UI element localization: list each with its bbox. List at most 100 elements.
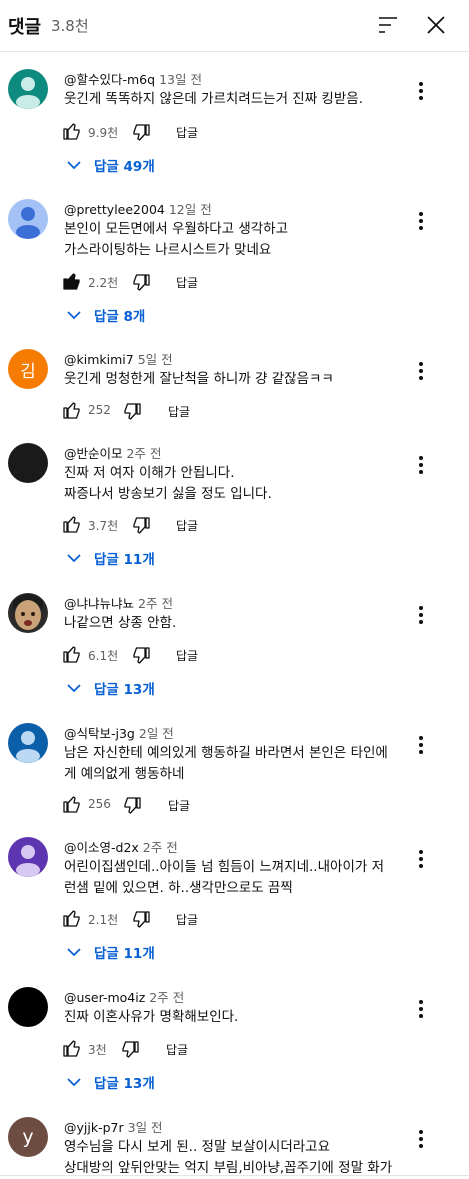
replies-label: 답글 11개 <box>94 552 155 568</box>
reply-button[interactable]: 답글 <box>168 797 190 814</box>
like-icon[interactable] <box>62 1038 82 1058</box>
avatar[interactable] <box>8 837 48 877</box>
dislike-icon[interactable] <box>131 273 151 293</box>
comment-time: 2일 전 <box>138 726 174 741</box>
like-icon[interactable] <box>62 400 82 420</box>
comment-author[interactable]: @이소영-d2x <box>64 840 139 855</box>
comment-actions: 2.1천 답글 <box>62 908 322 932</box>
like-icon[interactable] <box>62 644 82 664</box>
like-icon[interactable] <box>62 908 82 928</box>
comment-author-line: @반순이모 2주 전 <box>64 443 161 462</box>
more-options-icon[interactable] <box>413 605 429 625</box>
comment-author-line: @kimkimi7 5일 전 <box>64 349 173 368</box>
comment-author[interactable]: @user-mo4iz <box>64 990 145 1005</box>
comment-actions: 256 답글 <box>62 794 322 818</box>
comment-author-line: @yjjk-p7r 3일 전 <box>64 1117 163 1136</box>
avatar[interactable]: 김 <box>8 349 48 389</box>
like-count: 2.1천 <box>88 913 119 927</box>
comment-author[interactable]: @반순이모 <box>64 446 123 461</box>
comment-actions: 2.2천 답글 <box>62 271 322 295</box>
comment-text: 남은 자신한테 예의있게 행동하길 바라면서 본인은 타인에 게 예의없게 행동… <box>64 745 388 782</box>
replies-label: 답글 13개 <box>94 1076 155 1092</box>
chevron-down-icon <box>67 161 81 170</box>
replies-label: 답글 11개 <box>94 946 155 962</box>
avatar-photo[interactable] <box>8 593 48 633</box>
comment-count: 3.8천 <box>51 17 89 35</box>
comment-actions: 3천 답글 <box>62 1038 322 1062</box>
avatar[interactable] <box>8 69 48 109</box>
comment-time: 2주 전 <box>126 446 162 461</box>
more-options-icon[interactable] <box>413 999 429 1019</box>
more-options-icon[interactable] <box>413 361 429 381</box>
divider <box>0 1175 469 1176</box>
avatar[interactable] <box>8 723 48 763</box>
comment-author[interactable]: @kimkimi7 <box>64 352 134 367</box>
chevron-down-icon <box>67 554 81 563</box>
comment-text: 진짜 저 여자 이해가 안됩니다. 짜증나서 방송보기 싫을 정도 입니다. <box>64 465 272 502</box>
comment-time: 2주 전 <box>138 596 173 611</box>
dislike-icon[interactable] <box>131 646 151 666</box>
replies-label: 답글 49개 <box>94 159 155 175</box>
comment-author[interactable]: @yjjk-p7r <box>64 1120 124 1135</box>
avatar[interactable]: y <box>8 1117 48 1157</box>
comment-author-line: @할수있다-m6q 13일 전 <box>64 69 202 88</box>
comment-time: 5일 전 <box>137 352 173 367</box>
avatar[interactable] <box>8 987 48 1027</box>
dislike-icon[interactable] <box>131 516 151 536</box>
comment-author-line: @user-mo4iz 2주 전 <box>64 987 184 1006</box>
comment-text: 웃긴게 멍청한게 잘난척을 하니까 걍 같잖음ㅋㅋ <box>64 371 334 387</box>
comment-author[interactable]: @prettylee2004 <box>64 202 165 217</box>
dislike-icon[interactable] <box>122 796 142 816</box>
comment-text: 어린이집샘인데..아이들 넘 힘듬이 느껴지네..내아이가 저 런샘 밑에 있으… <box>64 859 384 896</box>
avatar[interactable] <box>8 199 48 239</box>
avatar-letter: y <box>22 1126 34 1148</box>
chevron-down-icon <box>67 1078 81 1087</box>
more-options-icon[interactable] <box>413 849 429 869</box>
chevron-down-icon <box>67 311 81 320</box>
reply-button[interactable]: 답글 <box>176 517 198 534</box>
like-icon-filled[interactable] <box>62 271 82 291</box>
chevron-down-icon <box>67 948 81 957</box>
more-options-icon[interactable] <box>413 1129 429 1149</box>
comment-text: 나같으면 상종 안함. <box>64 615 177 631</box>
comment-author[interactable]: @할수있다-m6q <box>64 72 155 87</box>
comment-text: 본인이 모든면에서 우월하다고 생각하고 가스라이팅하는 나르시스트가 맞네요 <box>64 221 289 258</box>
comment-time: 13일 전 <box>159 72 202 87</box>
comment-author[interactable]: @식탁보-j3g <box>64 726 135 741</box>
reply-button[interactable]: 답글 <box>176 124 198 141</box>
reply-button[interactable]: 답글 <box>166 1041 188 1058</box>
sort-icon[interactable] <box>377 14 399 36</box>
like-count: 252 <box>88 403 111 417</box>
reply-button[interactable]: 답글 <box>168 403 190 420</box>
dislike-icon[interactable] <box>131 123 151 143</box>
more-options-icon[interactable] <box>413 81 429 101</box>
like-count: 3.7천 <box>88 519 119 533</box>
dislike-icon[interactable] <box>122 402 142 422</box>
like-icon[interactable] <box>62 794 82 814</box>
header-title: 댓글 <box>8 17 42 38</box>
comment-author-line: @prettylee2004 12일 전 <box>64 199 212 218</box>
replies-label: 답글 8개 <box>94 309 146 325</box>
dislike-icon[interactable] <box>120 1040 140 1060</box>
like-count: 6.1천 <box>88 649 119 663</box>
comment-text: 웃긴게 똑똑하지 않은데 가르치려드는거 진짜 킹받음. <box>64 91 363 107</box>
like-count: 2.2천 <box>88 276 119 290</box>
more-options-icon[interactable] <box>413 211 429 231</box>
like-icon[interactable] <box>62 121 82 141</box>
more-options-icon[interactable] <box>413 455 429 475</box>
avatar[interactable] <box>8 443 48 483</box>
reply-button[interactable]: 답글 <box>176 911 198 928</box>
comment-actions: 6.1천 답글 <box>62 644 322 668</box>
comments-header: 댓글 3.8천 <box>0 0 469 52</box>
comment-time: 2주 전 <box>149 990 185 1005</box>
dislike-icon[interactable] <box>131 910 151 930</box>
comment-author-line: @이소영-d2x 2주 전 <box>64 837 178 856</box>
like-icon[interactable] <box>62 514 82 534</box>
reply-button[interactable]: 답글 <box>176 647 198 664</box>
close-icon[interactable] <box>424 13 448 37</box>
comment-time: 3일 전 <box>127 1120 163 1135</box>
comment-actions: 252 답글 <box>62 400 322 424</box>
reply-button[interactable]: 답글 <box>176 274 198 291</box>
comment-author[interactable]: @냐냐뉴냐뇨 <box>64 596 134 611</box>
more-options-icon[interactable] <box>413 735 429 755</box>
